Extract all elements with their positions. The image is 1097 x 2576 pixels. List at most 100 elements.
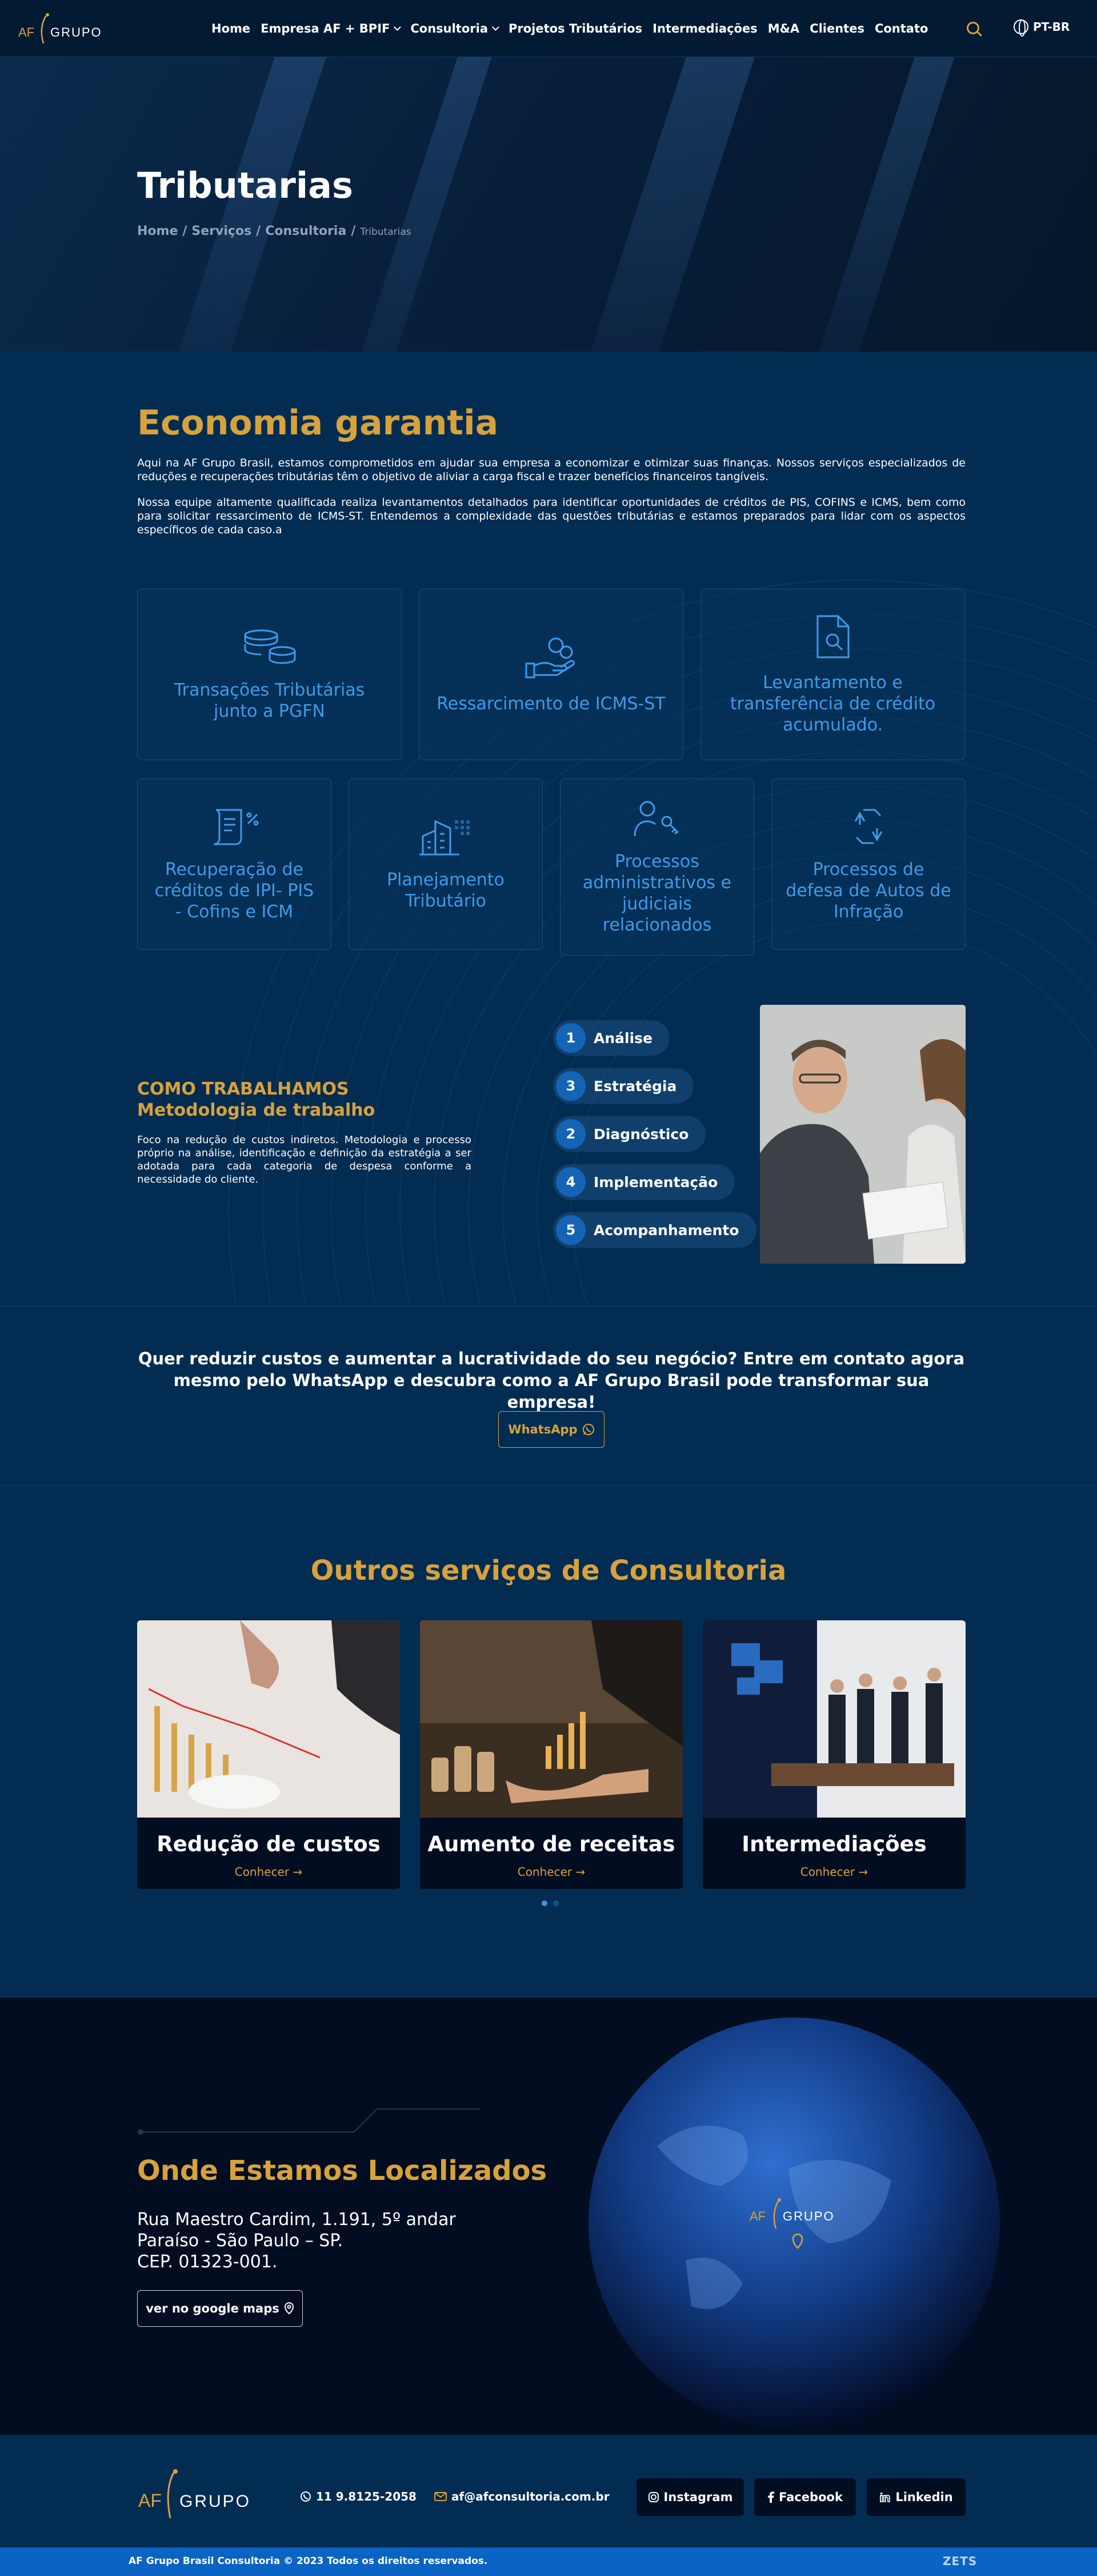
breadcrumb-separator: / [182,224,187,238]
method-step: 4 Implementação [553,1164,735,1200]
other-services-section: Outros serviços de Consultoria Redução d… [0,1486,1097,1998]
instagram-icon [648,2492,659,2502]
carousel-dot[interactable] [553,1900,559,1906]
nav-consultoria[interactable]: Consultoria [410,22,499,35]
map-pin-icon [284,2302,294,2315]
footer-phone[interactable]: 11 9.8125-2058 [300,2490,417,2503]
service-card[interactable]: Recuperação de créditos de IPI- PIS - Co… [137,778,331,950]
service-card[interactable]: Ressarcimento de ICMS-ST [419,589,683,760]
service-card[interactable]: Processos de defesa de Autos de Infração [771,778,966,950]
other-service-card[interactable]: Aumento de receitas Conhecer → [420,1620,683,1889]
method-step: 3 Estratégia [553,1068,694,1104]
service-card-title: Transações Tributárias junto a PGFN [174,680,365,721]
breadcrumb-home[interactable]: Home [137,224,178,238]
svg-text:GRUPO: GRUPO [50,25,102,39]
other-service-card[interactable]: Intermediações Conhecer → [703,1620,966,1889]
method-step: 2 Diagnóstico [553,1116,706,1152]
nav-empresa[interactable]: Empresa AF + BPIF [261,22,402,35]
chevron-down-icon [492,23,499,31]
cta-section: Quer reduzir custos e aumentar a lucrati… [0,1306,1097,1486]
footer-logo[interactable]: AF GRUPO [137,2467,251,2524]
search-icon[interactable] [967,22,979,34]
business-meeting-photo [760,1005,966,1264]
language-label: PT-BR [1033,20,1070,34]
arrow-right-icon: → [858,1865,868,1879]
site-logo[interactable]: AF GRUPO [17,10,114,47]
language-selector[interactable]: PT-BR [1014,19,1070,37]
main-nav: Home Empresa AF + BPIF Consultoria Proje… [211,0,928,57]
breadcrumb: Home / Serviços / Consultoria / Tributar… [137,224,411,238]
other-service-link[interactable]: Conhecer → [420,1865,683,1879]
whatsapp-button[interactable]: WhatsApp [498,1411,604,1448]
instagram-button[interactable]: Instagram [636,2478,744,2516]
instagram-label: Instagram [663,2490,733,2504]
facebook-icon [768,2491,775,2503]
other-services-title: Outros serviços de Consultoria [310,1555,787,1587]
svg-text:GRUPO: GRUPO [179,2492,251,2511]
hand-coin-icon [525,637,575,678]
nav-ma[interactable]: M&A [768,22,799,35]
service-card[interactable]: Levantamento e transferência de crédito … [700,589,965,760]
nav-home[interactable]: Home [211,22,250,35]
nav-contato[interactable]: Contato [875,22,928,35]
facebook-label: Facebook [779,2490,843,2504]
other-service-title: Aumento de receitas [427,1832,675,1856]
step-label: Acompanhamento [594,1221,739,1239]
step-number: 4 [556,1167,586,1197]
whatsapp-label: WhatsApp [508,1423,578,1436]
copyright-text: AF Grupo Brasil Consultoria © 2023 Todos… [129,2555,488,2567]
step-number: 3 [556,1071,586,1101]
other-service-link[interactable]: Conhecer → [137,1865,400,1879]
facebook-button[interactable]: Facebook [754,2478,856,2516]
arrow-right-icon: → [575,1865,586,1879]
works-heading: COMO TRABALHAMOS Metodologia de trabalho [137,1079,375,1121]
linkedin-button[interactable]: Linkedin [867,2478,966,2516]
arrow-right-icon: → [293,1865,303,1879]
carousel-dot[interactable] [542,1900,547,1906]
linkedin-icon [880,2492,891,2502]
google-maps-button[interactable]: ver no google maps [137,2290,303,2327]
other-service-title: Intermediações [742,1832,927,1856]
hero-banner: Tributarias Home / Serviços / Consultori… [0,57,1097,352]
service-card[interactable]: Processos administrativos e judiciais re… [560,778,754,956]
hero-bg-streak [563,57,762,352]
person-key-icon [634,801,679,837]
breadcrumb-current: Tributarias [360,226,411,238]
nav-intermediacoes[interactable]: Intermediações [652,22,758,35]
service-card-title: Planejamento Tributário [387,870,505,911]
service-card[interactable]: Transações Tributárias junto a PGFN [137,589,402,760]
other-service-card[interactable]: Redução de custos Conhecer → [137,1620,400,1889]
email-text: af@afconsultoria.com.br [451,2490,610,2503]
hero-bg-streak [335,57,499,352]
globe-icon [1014,19,1028,37]
other-service-title: Redução de custos [157,1832,381,1856]
breadcrumb-consultoria[interactable]: Consultoria [265,224,346,238]
works-kicker: COMO TRABALHAMOS [137,1079,349,1099]
breadcrumb-servicos[interactable]: Serviços [191,224,251,238]
globe-logo: AF GRUPO [750,2198,834,2249]
linkedin-label: Linkedin [895,2490,953,2504]
step-label: Diagnóstico [594,1125,689,1143]
nav-label: Intermediações [652,22,758,35]
svg-text:AF: AF [750,2209,766,2223]
step-number: 2 [556,1119,586,1149]
whatsapp-icon [582,1424,594,1435]
service-card[interactable]: Planejamento Tributário [349,778,543,950]
other-service-link[interactable]: Conhecer → [703,1865,966,1879]
site-footer: AF GRUPO 11 9.8125-2058 af@afconsultoria… [0,2435,1097,2547]
address-line: Rua Maestro Cardim, 1.191, 5º andar [137,2210,456,2230]
intro-paragraph: Nossa equipe altamente qualificada reali… [137,496,966,536]
step-label: Análise [594,1029,652,1047]
buildings-icon [419,820,470,856]
nav-clientes[interactable]: Clientes [810,22,864,35]
address-line: CEP. 01323-001. [137,2252,278,2272]
coins-icon [244,629,295,664]
scroll-percent-icon [213,809,259,845]
developer-credit[interactable]: ZETS [943,2554,977,2568]
nav-projetos[interactable]: Projetos Tributários [509,22,642,35]
breadcrumb-separator: / [256,224,261,238]
service-card-title: Processos de defesa de Autos de Infração [786,859,951,922]
footer-email[interactable]: af@afconsultoria.com.br [434,2490,610,2503]
site-header: AF GRUPO Home Empresa AF + BPIF Consulto… [0,0,1097,57]
service-card-title: Processos administrativos e judiciais re… [582,852,732,935]
